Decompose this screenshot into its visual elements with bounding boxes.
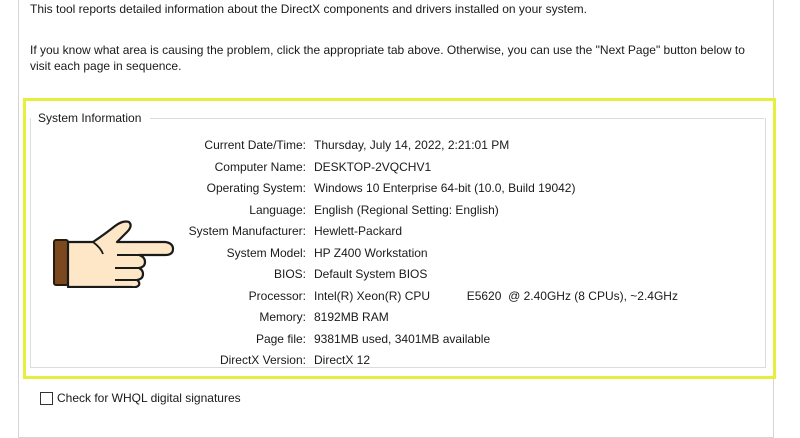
info-value: DirectX 12 [314,353,371,367]
info-value: Windows 10 Enterprise 64-bit (10.0, Buil… [314,181,576,195]
info-value: Default System BIOS [314,267,428,281]
info-label: Operating System: [206,181,306,195]
info-value: HP Z400 Workstation [314,245,428,260]
info-value: 9381MB used, 3401MB available [314,331,491,346]
info-label: Memory: [259,310,306,324]
info-label: Page file: [255,331,306,346]
info-label: Processor: [248,288,306,303]
info-value: DESKTOP-2VQCHV1 [314,159,432,174]
info-value: English (Regional Setting: English) [314,202,499,217]
pointing-hand-icon [53,220,175,288]
info-value: Thursday, July 14, 2022, 2:21:01 PM [314,138,510,152]
whql-checkbox[interactable] [40,391,53,405]
whql-checkbox-row[interactable]: Check for WHQL digital signatures [40,390,241,406]
intro-text: This tool reports detailed information a… [30,2,587,16]
info-label: DirectX Version: [219,353,306,367]
whql-checkbox-label[interactable]: Check for WHQL digital signatures [57,390,241,406]
info-value: 8192MB RAM [314,310,389,324]
instructions-text: If you know what area is causing the pro… [30,43,745,73]
info-label: Computer Name: [214,159,306,174]
info-value: Hewlett-Packard [314,224,403,238]
info-label: Language: [249,202,306,217]
info-value: Intel(R) Xeon(R) CPU E5620 @ 2.40GHz (8 … [314,288,678,303]
info-label: Current Date/Time: [204,138,306,152]
